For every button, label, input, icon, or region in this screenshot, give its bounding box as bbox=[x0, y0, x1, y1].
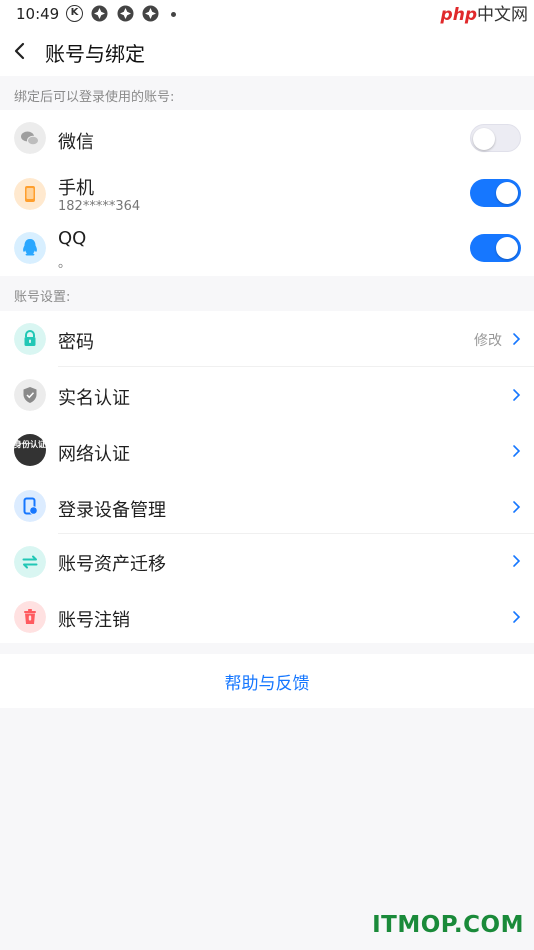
page-title: 账号与绑定 bbox=[45, 42, 145, 66]
settings-row-title: 账号资产迁移 bbox=[58, 554, 166, 575]
binding-row-title: 手机 bbox=[58, 178, 94, 199]
notification-flower-icon bbox=[142, 5, 159, 22]
settings-row-network-id[interactable]: 身份认证 网络认证 bbox=[0, 423, 534, 479]
notification-flower-icon bbox=[117, 5, 134, 22]
phone-toggle[interactable] bbox=[470, 179, 521, 207]
settings-row-realname[interactable]: 实名认证 bbox=[0, 367, 534, 423]
back-arrow-icon[interactable] bbox=[10, 39, 30, 63]
help-feedback-link[interactable]: 帮助与反馈 bbox=[225, 669, 310, 694]
chevron-right-icon bbox=[513, 501, 521, 513]
settings-section-label: 账号设置: bbox=[14, 290, 71, 305]
chevron-right-icon bbox=[513, 389, 521, 401]
shield-icon bbox=[14, 379, 46, 411]
settings-row-password[interactable]: 密码 修改 bbox=[0, 311, 534, 367]
status-time: 10:49 bbox=[16, 5, 60, 23]
network-id-icon: 身份认证 bbox=[14, 434, 46, 466]
settings-row-title: 实名认证 bbox=[58, 388, 130, 409]
lock-icon bbox=[14, 323, 46, 355]
settings-row-deregister[interactable]: 账号注销 bbox=[0, 590, 534, 646]
chevron-right-icon bbox=[513, 333, 521, 345]
settings-row-devices[interactable]: 登录设备管理 bbox=[0, 479, 534, 535]
transfer-icon bbox=[14, 546, 46, 578]
trash-icon bbox=[14, 601, 46, 633]
binding-row-subtitle: 。 bbox=[58, 256, 72, 271]
binding-row-title: 微信 bbox=[58, 132, 94, 153]
settings-row-title: 登录设备管理 bbox=[58, 500, 166, 521]
phone-icon bbox=[14, 178, 46, 210]
qq-icon bbox=[14, 232, 46, 264]
help-feedback-row[interactable]: 帮助与反馈 bbox=[0, 654, 534, 708]
binding-row-title: QQ bbox=[58, 228, 87, 249]
app-header: 账号与绑定 bbox=[0, 28, 534, 76]
status-bar: 10:49 K php中文网 bbox=[0, 0, 534, 28]
settings-row-asset-transfer[interactable]: 账号资产迁移 bbox=[0, 534, 534, 590]
watermark-bottom: ITMOP.COM bbox=[372, 912, 524, 938]
binding-list: 微信 手机 182*****364 QQ 。 bbox=[0, 110, 534, 276]
chevron-right-icon bbox=[513, 611, 521, 623]
k-app-icon: K bbox=[66, 5, 83, 22]
watermark-top: php中文网 bbox=[440, 5, 528, 25]
binding-section-label: 绑定后可以登录使用的账号: bbox=[14, 90, 175, 105]
binding-row-wechat[interactable]: 微信 bbox=[0, 110, 534, 166]
binding-row-subtitle: 182*****364 bbox=[58, 199, 141, 214]
binding-row-phone[interactable]: 手机 182*****364 bbox=[0, 166, 534, 222]
settings-list: 密码 修改 实名认证 身份认证 网络认证 登录设备管理 账号资产迁移 账号注销 bbox=[0, 311, 534, 643]
chevron-right-icon bbox=[513, 555, 521, 567]
wechat-toggle[interactable] bbox=[470, 124, 521, 152]
binding-row-qq[interactable]: QQ 。 bbox=[0, 222, 534, 278]
chevron-right-icon bbox=[513, 445, 521, 457]
wechat-icon bbox=[14, 122, 46, 154]
qq-toggle[interactable] bbox=[470, 234, 521, 262]
settings-row-title: 账号注销 bbox=[58, 610, 130, 631]
device-icon bbox=[14, 490, 46, 522]
notification-flower-icon bbox=[91, 5, 108, 22]
settings-row-title: 密码 bbox=[58, 332, 94, 353]
notification-dot-icon bbox=[171, 12, 176, 17]
password-modify-label[interactable]: 修改 bbox=[474, 330, 502, 350]
settings-row-title: 网络认证 bbox=[58, 444, 130, 465]
